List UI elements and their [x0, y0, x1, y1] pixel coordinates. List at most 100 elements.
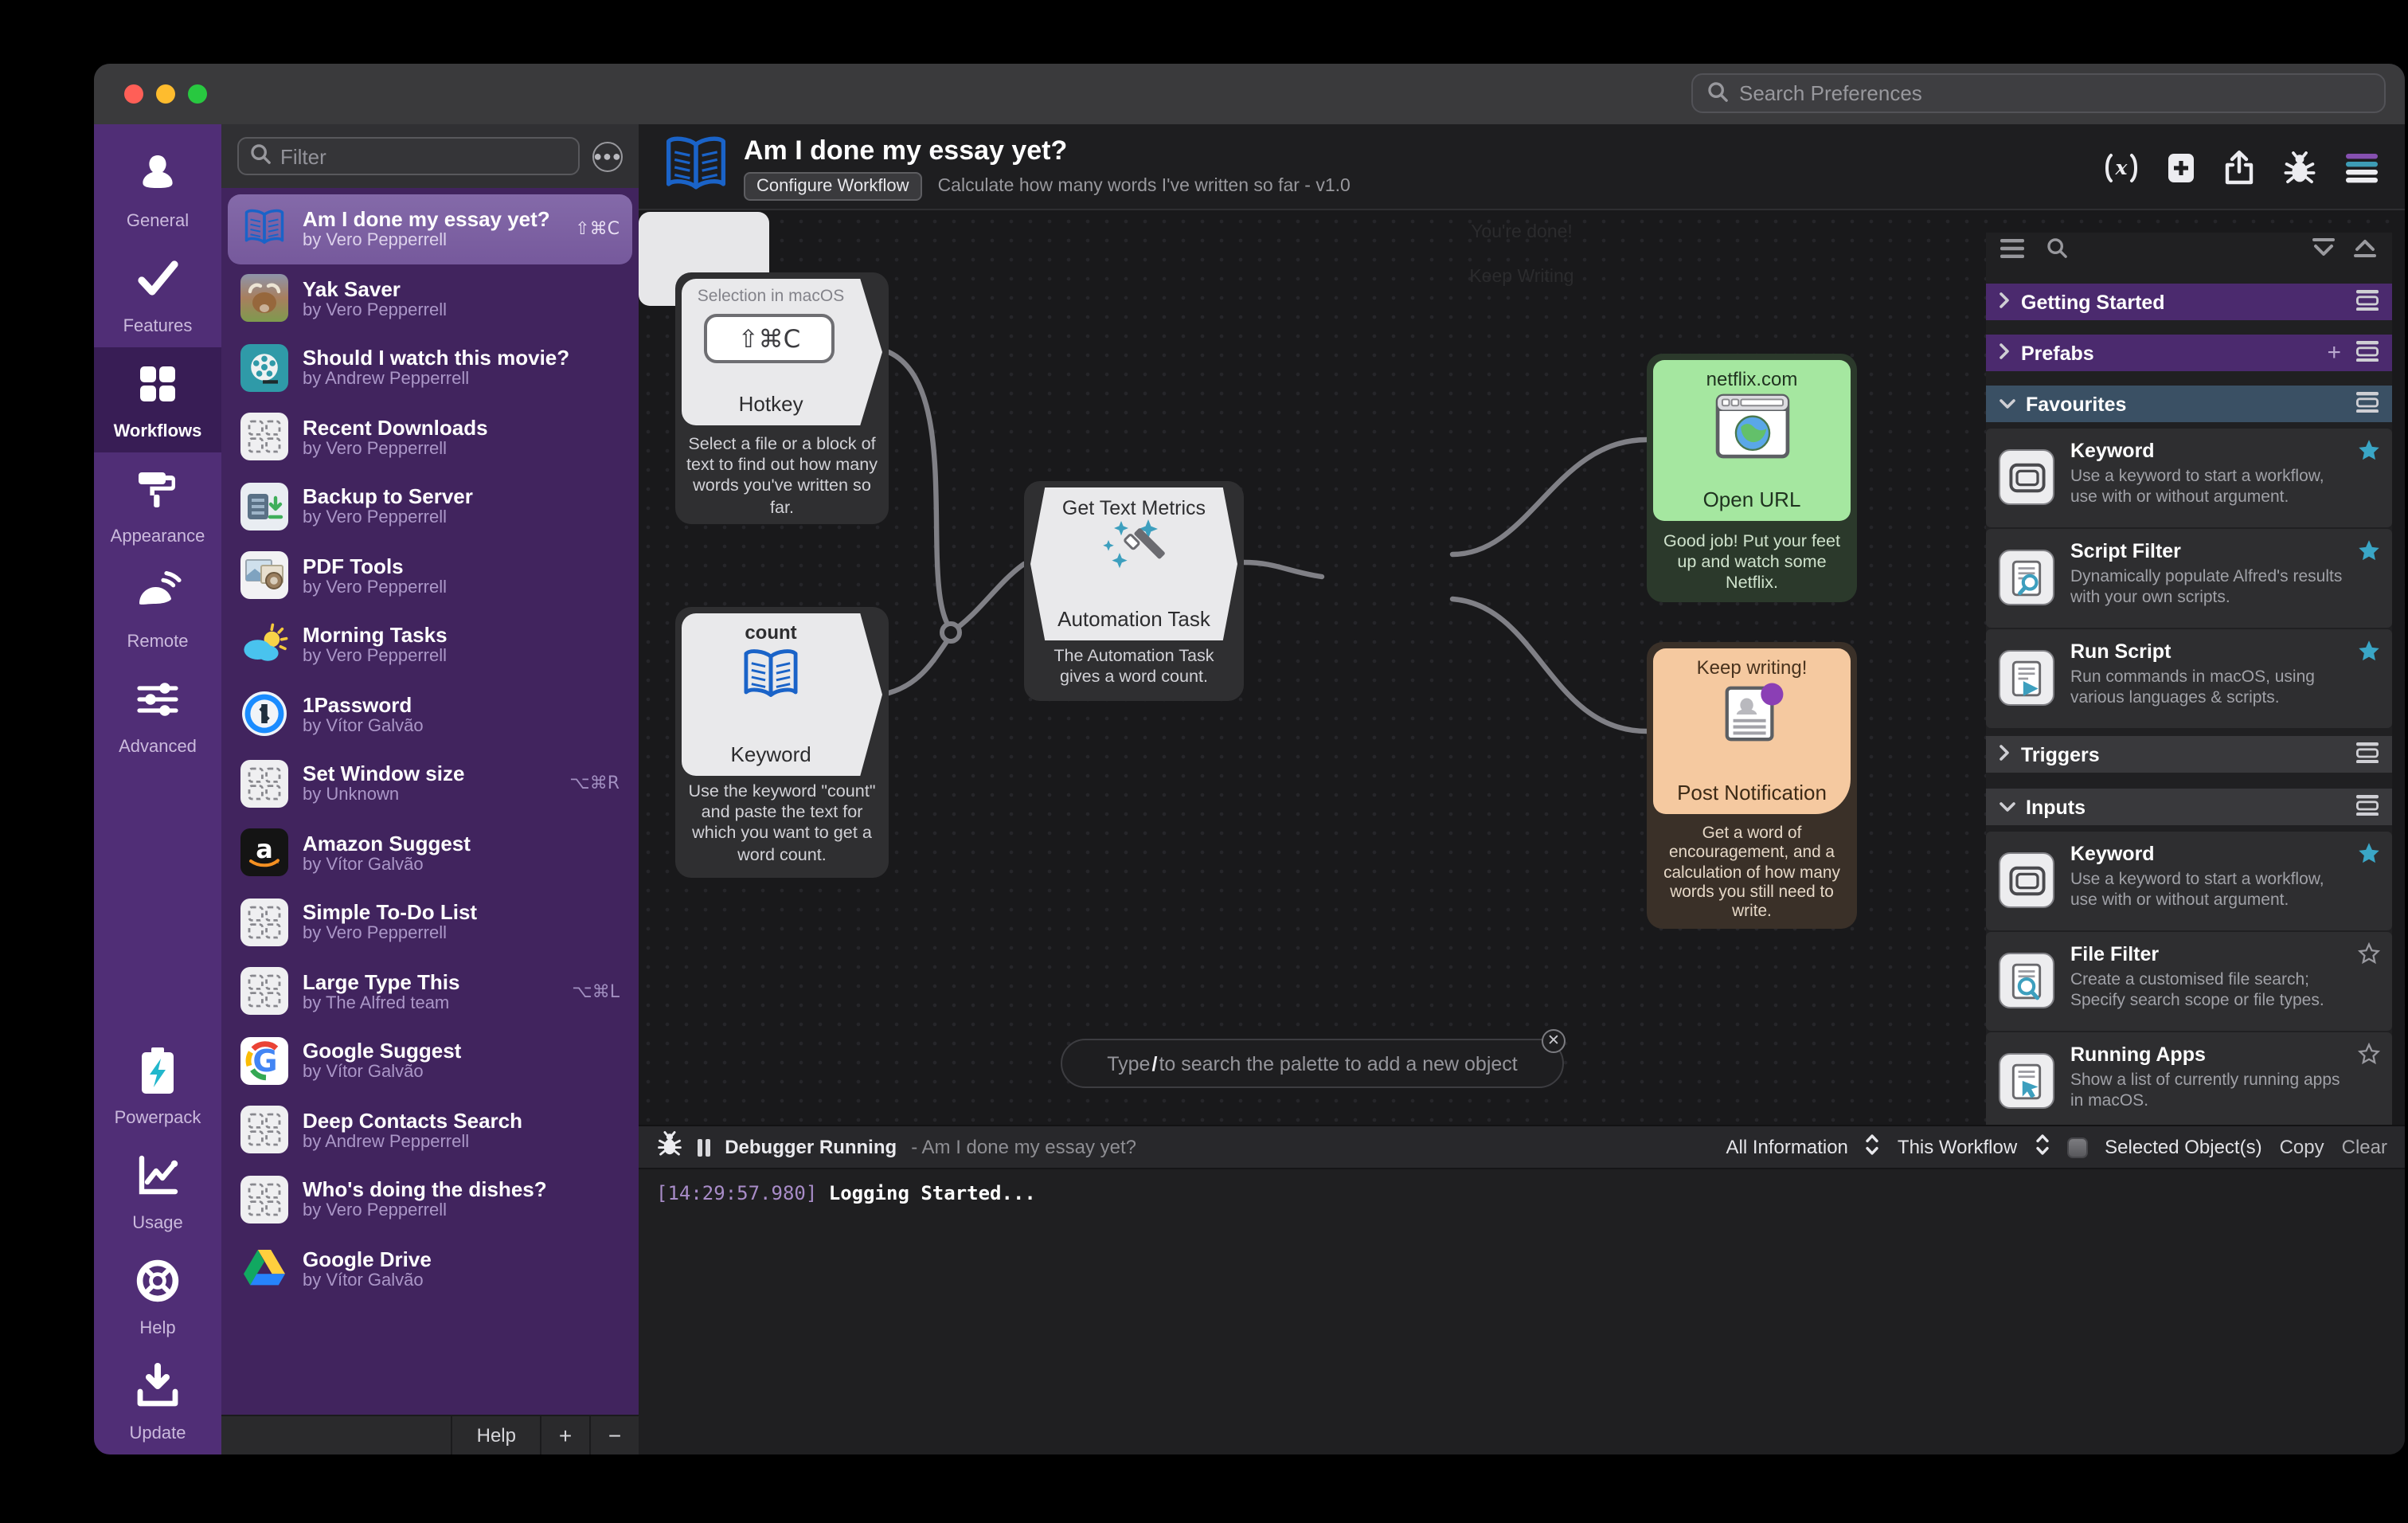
workflow-variables-button[interactable]: x: [2104, 152, 2139, 190]
palette-object-run-script[interactable]: Run Script Run commands in macOS, using …: [1986, 629, 2392, 728]
workflow-row-author: by Vero Pepperrell: [303, 300, 447, 320]
movie-icon: [240, 343, 288, 392]
palette-search-icon[interactable]: [2046, 237, 2067, 266]
workflow-row-title: Backup to Server: [303, 484, 473, 509]
palette-list-icon[interactable]: [2000, 237, 2024, 266]
workflow-row[interactable]: Simple To-Do List by Vero Pepperrell: [228, 887, 632, 957]
keyword-node[interactable]: count Keyword Use the keyword "count" an…: [675, 607, 889, 878]
remove-workflow-button[interactable]: −: [589, 1416, 639, 1454]
favourite-star-filled-icon[interactable]: [2357, 438, 2381, 470]
section-display-toggle-icon[interactable]: [2355, 340, 2379, 366]
workflow-row[interactable]: PDF Tools by Vero Pepperrell: [228, 541, 632, 610]
workflow-row[interactable]: 1Password by Vítor Galvão: [228, 679, 632, 749]
sidebar-item-features[interactable]: Features: [94, 242, 221, 347]
workflow-row[interactable]: G Google Suggest by Vítor Galvão: [228, 1026, 632, 1095]
google-icon: G: [240, 1036, 288, 1085]
close-palette-search-button[interactable]: ✕: [1542, 1029, 1566, 1053]
add-workflow-button[interactable]: +: [540, 1416, 589, 1454]
add-object-button[interactable]: [2166, 151, 2196, 192]
debugger-bug-icon[interactable]: [656, 1130, 683, 1164]
section-display-toggle-icon[interactable]: [2355, 794, 2379, 820]
log-scope-select[interactable]: This Workflow: [1898, 1136, 2017, 1158]
expand-all-button[interactable]: [2311, 237, 2336, 266]
section-display-toggle-icon[interactable]: [2355, 391, 2379, 417]
sidebar-item-powerpack[interactable]: Powerpack: [94, 1034, 221, 1139]
filter-input[interactable]: Filter: [237, 137, 580, 175]
section-display-toggle-icon[interactable]: [2355, 289, 2379, 315]
hotkey-node[interactable]: Selection in macOS ⇧⌘C Hotkey Select a f…: [675, 272, 889, 524]
section-display-toggle-icon[interactable]: [2355, 742, 2379, 767]
browser-icon: [1653, 393, 1851, 459]
favourite-star-icon[interactable]: [2357, 1042, 2381, 1074]
workflow-row[interactable]: Large Type This by The Alfred team ⌥⌘L: [228, 957, 632, 1026]
favourite-star-icon[interactable]: [2357, 942, 2381, 973]
clear-log-button[interactable]: Clear: [2342, 1136, 2387, 1158]
sidebar-item-general[interactable]: General: [94, 137, 221, 242]
palette-section-inputs[interactable]: Inputs: [1986, 789, 2392, 825]
selected-objects-checkbox[interactable]: [2066, 1137, 2088, 1157]
chevron-down-icon: [1999, 393, 2016, 415]
favourite-star-filled-icon[interactable]: [2357, 538, 2381, 570]
sidebar-item-appearance[interactable]: Appearance: [94, 452, 221, 558]
workflow-row[interactable]: Who's doing the dishes? by Vero Pepperre…: [228, 1165, 632, 1234]
workflow-list-panel: Filter ●●● Am I done my essay yet? by Ve…: [221, 124, 639, 1454]
workflow-help-button[interactable]: Help: [451, 1416, 540, 1454]
workflow-row[interactable]: Set Window size by Unknown ⌥⌘R: [228, 749, 632, 818]
palette-object-keyword[interactable]: Keyword Use a keyword to start a workflo…: [1986, 429, 2392, 527]
favourite-star-filled-icon[interactable]: [2357, 841, 2381, 873]
workflow-row-author: by The Alfred team: [303, 993, 450, 1013]
palette-object-keyword[interactable]: Keyword Use a keyword to start a workflo…: [1986, 832, 2392, 930]
pause-debugger-button[interactable]: [698, 1138, 711, 1156]
zoom-window-button[interactable]: [188, 84, 207, 104]
palette-search-input[interactable]: Type / to search the palette to add a ne…: [1061, 1029, 1566, 1088]
close-window-button[interactable]: [124, 84, 143, 104]
configure-workflow-button[interactable]: Configure Workflow: [744, 172, 922, 201]
sidebar-item-usage[interactable]: Usage: [94, 1139, 221, 1244]
hotkey-keys[interactable]: ⇧⌘C: [704, 314, 835, 363]
palette-section-prefabs[interactable]: Prefabs +: [1986, 335, 2392, 371]
palette-object-running-apps[interactable]: Running Apps Show a list of currently ru…: [1986, 1032, 2392, 1125]
workflow-row[interactable]: Yak Saver by Vero Pepperrell: [228, 264, 632, 333]
palette-object-file-filter[interactable]: File Filter Create a customised file sea…: [1986, 932, 2392, 1031]
debugger-log[interactable]: [14:29:57.980] Logging Started...: [639, 1169, 2405, 1454]
sidebar-item-update[interactable]: Update: [94, 1349, 221, 1454]
log-level-chevrons-icon: [1866, 1133, 1880, 1161]
palette-section-favourites[interactable]: Favourites: [1986, 386, 2392, 422]
share-workflow-button[interactable]: [2223, 150, 2255, 193]
log-level-select[interactable]: All Information: [1726, 1136, 1848, 1158]
favourite-star-filled-icon[interactable]: [2357, 639, 2381, 671]
sidebar-item-workflows[interactable]: Workflows: [94, 347, 221, 452]
palette-section-getting-started[interactable]: Getting Started: [1986, 284, 2392, 320]
sidebar-item-remote[interactable]: Remote: [94, 558, 221, 663]
workflow-menu-button[interactable]: [2344, 152, 2379, 190]
palette-section-triggers[interactable]: Triggers: [1986, 736, 2392, 773]
preferences-sidebar: General Features Workflows Appearance Re…: [94, 124, 221, 1454]
yak-icon: [240, 274, 288, 323]
workflow-sort-options-button[interactable]: ●●●: [592, 141, 623, 171]
workflow-filter-bar: Filter ●●●: [221, 124, 639, 188]
workflow-row[interactable]: Morning Tasks by Vero Pepperrell: [228, 610, 632, 679]
workflow-row[interactable]: a Amazon Suggest by Vítor Galvão: [228, 818, 632, 887]
workflow-row[interactable]: Should I watch this movie? by Andrew Pep…: [228, 333, 632, 402]
copy-log-button[interactable]: Copy: [2280, 1136, 2324, 1158]
post-notification-node[interactable]: Keep writing! Post Notification Get a wo…: [1647, 642, 1857, 929]
workflow-row[interactable]: Deep Contacts Search by Andrew Pepperrel…: [228, 1095, 632, 1165]
automation-task-node[interactable]: Get Text Metrics Automation Task The Aut…: [1024, 481, 1244, 701]
minimize-window-button[interactable]: [156, 84, 175, 104]
log-message: Logging Started...: [817, 1182, 1036, 1204]
workflow-row-author: by Vero Pepperrell: [303, 1201, 447, 1221]
wire-junction[interactable]: [940, 621, 962, 644]
workflow-canvas[interactable]: Selection in macOS ⇧⌘C Hotkey Select a f…: [639, 212, 2405, 1125]
sidebar-item-advanced[interactable]: Advanced: [94, 663, 221, 768]
workflow-row[interactable]: Recent Downloads by Vero Pepperrell: [228, 402, 632, 472]
workflow-row[interactable]: Backup to Server by Vero Pepperrell: [228, 472, 632, 541]
add-prefab-icon[interactable]: +: [2327, 339, 2341, 366]
sidebar-item-help[interactable]: Help: [94, 1244, 221, 1349]
search-preferences-input[interactable]: Search Preferences: [1691, 73, 2386, 113]
collapse-all-button[interactable]: [2352, 237, 2378, 266]
workflow-row[interactable]: Google Drive by Vítor Galvão: [228, 1234, 632, 1303]
open-url-node[interactable]: netflix.com Open URL Good job! Put your …: [1647, 354, 1857, 602]
workflow-row[interactable]: Am I done my essay yet? by Vero Pepperre…: [228, 194, 632, 264]
palette-object-script-filter[interactable]: Script Filter Dynamically populate Alfre…: [1986, 529, 2392, 628]
debug-workflow-button[interactable]: [2282, 151, 2317, 192]
